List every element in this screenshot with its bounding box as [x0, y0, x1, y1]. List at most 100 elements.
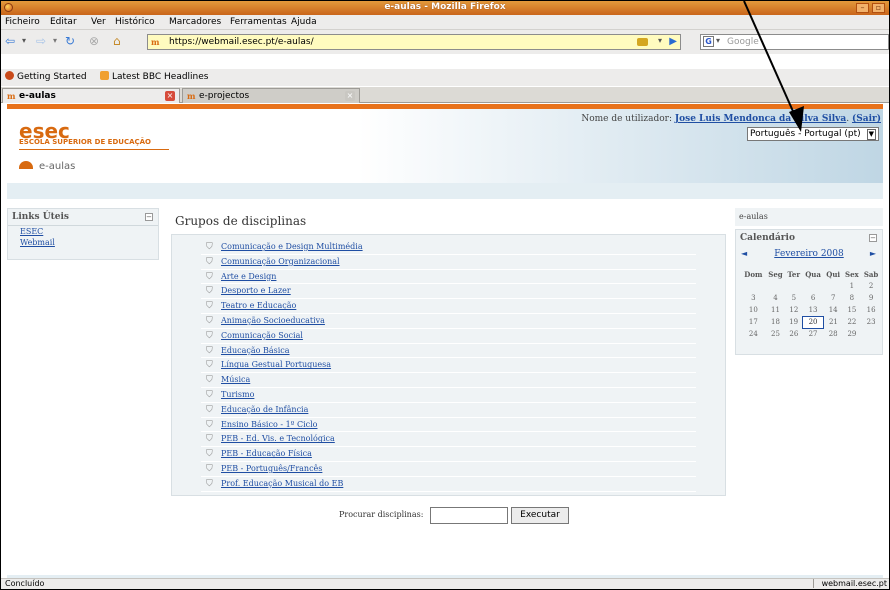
calendar-day[interactable]: 24 — [741, 328, 766, 340]
prev-month-icon[interactable]: ◄ — [741, 249, 747, 258]
category-link[interactable]: PEB - Português/Francês — [221, 464, 322, 473]
window-title-bar: e-aulas - Mozilla Firefox – ▫ — [1, 1, 889, 15]
list-item: ⛉ Animação Socioeducativa — [201, 314, 696, 329]
menu-item-historico[interactable]: Histórico — [115, 17, 155, 27]
calendar-day[interactable]: 10 — [741, 304, 766, 316]
menu-item-ficheiro[interactable]: Ficheiro — [5, 17, 40, 27]
language-select[interactable]: Português - Portugal (pt) ▼ — [747, 127, 879, 141]
maximize-icon[interactable]: ▫ — [872, 3, 885, 13]
calendar-day[interactable]: 11 — [766, 304, 786, 316]
category-icon: ⛉ — [206, 301, 213, 312]
menu-item-ajuda[interactable]: Ajuda — [291, 17, 317, 27]
category-link[interactable]: PEB - Educação Física — [221, 449, 312, 458]
bookmark-bbc-headlines[interactable]: Latest BBC Headlines — [100, 71, 208, 82]
collapse-icon[interactable]: − — [145, 213, 153, 221]
calendar-day[interactable]: 13 — [802, 304, 823, 316]
calendar-day[interactable]: 18 — [766, 316, 786, 328]
collapse-icon[interactable]: − — [869, 234, 877, 242]
home-icon[interactable]: ⌂ — [113, 34, 121, 48]
search-bar[interactable]: G ▾ Google — [700, 34, 889, 50]
calendar-day[interactable]: 23 — [861, 316, 881, 328]
eaulas-block-title: e-aulas — [739, 212, 768, 221]
minimize-icon[interactable]: – — [856, 3, 869, 13]
category-link[interactable]: Língua Gestual Portuguesa — [221, 360, 331, 369]
menu-item-editar[interactable]: Editar — [50, 17, 77, 27]
calendar-day[interactable]: 27 — [802, 328, 823, 340]
category-link[interactable]: Prof. Educação Musical do EB — [221, 479, 343, 488]
go-icon[interactable]: ▶ — [669, 36, 677, 47]
forward-icon[interactable]: ⇨ — [36, 34, 46, 48]
calendar-day[interactable]: 28 — [824, 328, 843, 340]
calendar-day[interactable]: 12 — [785, 304, 802, 316]
calendar-day[interactable]: 3 — [741, 292, 766, 304]
calendar-day[interactable]: 22 — [843, 316, 862, 328]
category-link[interactable]: Animação Socioeducativa — [221, 316, 325, 325]
calendar-day — [802, 280, 823, 292]
tab-e-aulas[interactable]: m e-aulas × — [2, 88, 180, 103]
category-link[interactable]: Turismo — [221, 390, 254, 399]
category-icon: ⛉ — [206, 242, 213, 252]
calendar-day-today[interactable]: 20 — [801, 315, 825, 329]
site-favicon-icon: m — [187, 91, 196, 101]
calendar-day[interactable]: 8 — [843, 292, 862, 304]
calendar-day[interactable]: 5 — [785, 292, 802, 304]
calendar-day[interactable]: 16 — [861, 304, 881, 316]
category-link[interactable]: Arte e Design — [221, 272, 276, 281]
category-icon: ⛉ — [206, 404, 213, 415]
calendar-day[interactable]: 14 — [824, 304, 843, 316]
category-link[interactable]: Desporto e Lazer — [221, 286, 291, 295]
calendar-day[interactable]: 15 — [843, 304, 862, 316]
category-link[interactable]: PEB - Ed. Vis. e Tecnológica — [221, 434, 335, 443]
search-engine-dropdown-icon[interactable]: ▾ — [716, 36, 720, 45]
calendar-day[interactable]: 9 — [861, 292, 881, 304]
menu-item-ver[interactable]: Ver — [91, 17, 106, 27]
close-tab-icon[interactable]: × — [165, 91, 175, 101]
calendar-day[interactable]: 19 — [785, 316, 802, 328]
site-home-link[interactable]: e-aulas — [19, 161, 75, 172]
lock-icon[interactable] — [637, 38, 648, 46]
back-dropdown-icon[interactable]: ▾ — [22, 34, 26, 48]
reload-icon[interactable]: ↻ — [65, 34, 75, 48]
list-item: ⛉ Comunicação Social — [201, 329, 696, 344]
search-button[interactable]: Executar — [511, 507, 569, 524]
close-tab-icon[interactable]: × — [345, 91, 355, 101]
calendar-month[interactable]: Fevereiro 2008 — [736, 249, 882, 259]
category-link[interactable]: Comunicação e Design Multimédia — [221, 242, 363, 251]
calendar-day[interactable]: 6 — [802, 292, 823, 304]
link-esec[interactable]: ESEC — [20, 227, 43, 236]
calendar-day[interactable]: 26 — [785, 328, 802, 340]
google-icon[interactable]: G — [703, 36, 714, 47]
link-webmail[interactable]: Webmail — [20, 238, 55, 247]
url-dropdown-icon[interactable]: ▾ — [658, 36, 662, 45]
calendar-day[interactable]: 1 — [843, 280, 862, 292]
bookmark-getting-started[interactable]: Getting Started — [5, 71, 87, 82]
calendar-day[interactable]: 21 — [824, 316, 843, 328]
next-month-icon[interactable]: ► — [870, 249, 876, 258]
category-link[interactable]: Ensino Básico - 1º Ciclo — [221, 420, 318, 429]
tab-e-projectos[interactable]: m e-projectos × — [182, 88, 360, 103]
back-icon[interactable]: ⇦ — [5, 34, 15, 48]
stop-icon[interactable]: ⊗ — [89, 34, 99, 48]
calendar-day[interactable]: 29 — [843, 328, 862, 340]
calendar-day[interactable]: 17 — [741, 316, 766, 328]
menu-item-ferramentas[interactable]: Ferramentas — [230, 17, 287, 27]
menu-item-marcadores[interactable]: Marcadores — [169, 17, 221, 27]
search-input[interactable] — [430, 507, 508, 524]
category-list-box: ⛉ Comunicação e Design Multimédia ⛉ Comunic… — [171, 234, 726, 496]
category-icon: ⛉ — [206, 389, 213, 400]
logout-link[interactable]: (Sair) — [852, 114, 881, 124]
user-profile-link[interactable]: Jose Luis Mendonca da Silva Silva — [675, 114, 846, 124]
calendar-day[interactable]: 2 — [861, 280, 881, 292]
forward-dropdown-icon[interactable]: ▾ — [53, 34, 57, 48]
category-link[interactable]: Teatro e Educação — [221, 301, 296, 310]
category-link[interactable]: Música — [221, 375, 250, 384]
category-link[interactable]: Comunicação Social — [221, 331, 303, 340]
category-link[interactable]: Educação de Infância — [221, 405, 308, 414]
calendar-day[interactable]: 4 — [766, 292, 786, 304]
category-link[interactable]: Educação Básica — [221, 346, 290, 355]
menu-bar: Ficheiro Editar Ver Histórico Marcadores… — [1, 15, 889, 30]
calendar-day[interactable]: 25 — [766, 328, 786, 340]
calendar-day[interactable]: 7 — [824, 292, 843, 304]
category-link[interactable]: Comunicação Organizacional — [221, 257, 340, 266]
url-bar[interactable]: m https://webmail.esec.pt/e-aulas/ ▾ ▶ — [147, 34, 681, 50]
